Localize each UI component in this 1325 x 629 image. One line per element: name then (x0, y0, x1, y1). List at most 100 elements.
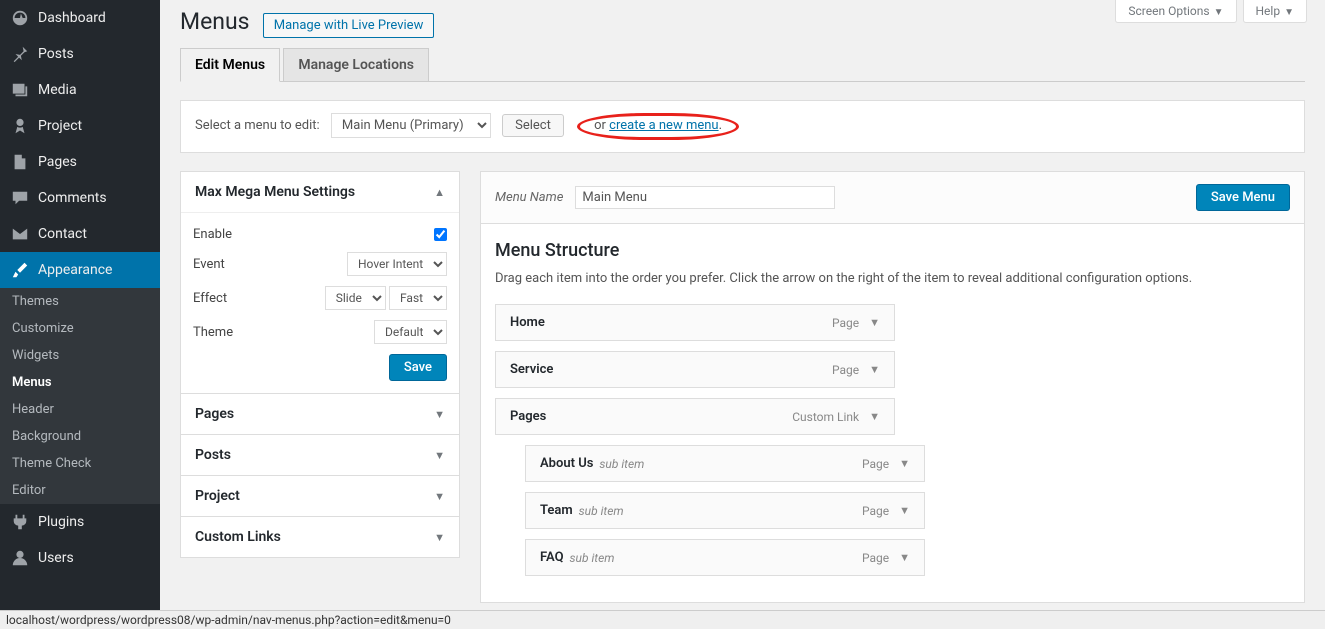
manage-live-preview-button[interactable]: Manage with Live Preview (263, 13, 435, 38)
screen-options-label: Screen Options (1128, 4, 1209, 18)
item-title: FAQ (540, 550, 564, 565)
item-title: About Us (540, 456, 593, 471)
or-text: or (594, 118, 609, 133)
theme-select[interactable]: Default (374, 320, 447, 344)
submenu-item-customize[interactable]: Customize (0, 315, 160, 342)
mega-menu-settings-header[interactable]: Max Mega Menu Settings ▲ (181, 172, 459, 212)
sidebar-label: Posts (38, 46, 74, 62)
expand-item-icon[interactable]: ▼ (869, 316, 880, 329)
menu-settings-column: Max Mega Menu Settings▲ Enable EventHove… (180, 171, 460, 558)
submenu-item-editor[interactable]: Editor (0, 477, 160, 504)
menu-item[interactable]: About Us sub item Page ▼ (525, 445, 925, 482)
mail-icon (10, 224, 30, 244)
expand-icon: ▼ (434, 531, 445, 544)
collapse-icon: ▲ (434, 186, 445, 199)
create-new-menu-link[interactable]: create a new menu (609, 118, 718, 133)
page-icon (10, 152, 30, 172)
tab-edit-menus[interactable]: Edit Menus (180, 48, 280, 82)
item-type: Custom Link (792, 410, 859, 424)
enable-label: Enable (193, 227, 232, 242)
expand-item-icon[interactable]: ▼ (899, 457, 910, 470)
user-icon (10, 548, 30, 568)
menu-select-dropdown[interactable]: Main Menu (Primary) (331, 113, 491, 138)
item-type: Page (832, 363, 859, 377)
caret-down-icon: ▼ (1214, 7, 1224, 18)
tab-manage-locations[interactable]: Manage Locations (283, 48, 429, 81)
select-menu-label: Select a menu to edit: (195, 118, 320, 133)
menu-item[interactable]: Service Page ▼ (495, 351, 895, 388)
menu-edit-panel: Menu Name Save Menu Menu Structure Drag … (480, 171, 1305, 603)
sidebar-item-plugins[interactable]: Plugins (0, 504, 160, 540)
menu-item[interactable]: FAQ sub item Page ▼ (525, 539, 925, 576)
plugin-icon (10, 512, 30, 532)
event-select[interactable]: Hover Intent (347, 252, 447, 276)
menu-select-panel: Select a menu to edit: Main Menu (Primar… (180, 100, 1305, 153)
screen-options-button[interactable]: Screen Options ▼ (1115, 0, 1236, 23)
sidebar-label: Users (38, 550, 74, 566)
expand-icon: ▼ (434, 449, 445, 462)
item-title: Team (540, 503, 573, 518)
sidebar-item-contact[interactable]: Contact (0, 216, 160, 252)
submenu-item-header[interactable]: Header (0, 396, 160, 423)
dashboard-icon (10, 8, 30, 28)
page-body: Menus Manage with Live Preview Edit Menu… (160, 0, 1325, 603)
sidebar-item-appearance[interactable]: Appearance (0, 252, 160, 288)
menu-item[interactable]: Home Page ▼ (495, 304, 895, 341)
submenu-item-themes[interactable]: Themes (0, 288, 160, 315)
expand-item-icon[interactable]: ▼ (869, 363, 880, 376)
sidebar-label: Dashboard (38, 10, 106, 26)
accordion-project[interactable]: Project▼ (180, 476, 460, 517)
expand-item-icon[interactable]: ▼ (869, 410, 880, 423)
expand-icon: ▼ (434, 490, 445, 503)
sidebar-item-posts[interactable]: Posts (0, 36, 160, 72)
sidebar-item-users[interactable]: Users (0, 540, 160, 576)
sub-item-label: sub item (579, 504, 624, 518)
caret-down-icon: ▼ (1284, 7, 1294, 18)
sidebar-label: Contact (38, 226, 87, 242)
accordion-pages[interactable]: Pages▼ (180, 394, 460, 435)
award-icon (10, 116, 30, 136)
help-label: Help (1256, 4, 1281, 18)
comment-icon (10, 188, 30, 208)
menu-name-input[interactable] (575, 186, 835, 209)
sidebar-item-comments[interactable]: Comments (0, 180, 160, 216)
acc-title: Pages (195, 406, 234, 422)
sidebar-item-project[interactable]: Project (0, 108, 160, 144)
menu-name-label: Menu Name (495, 190, 563, 205)
submenu-item-theme-check[interactable]: Theme Check (0, 450, 160, 477)
speed-select[interactable]: Fast (389, 286, 447, 310)
accordion-custom-links[interactable]: Custom Links▼ (180, 517, 460, 558)
effect-select[interactable]: Slide (325, 286, 386, 310)
sidebar-label: Media (38, 82, 77, 98)
screen-meta-links: Screen Options▼ Help▼ (1115, 0, 1307, 23)
select-button[interactable]: Select (502, 114, 564, 137)
menu-item[interactable]: Team sub item Page ▼ (525, 492, 925, 529)
sidebar-item-media[interactable]: Media (0, 72, 160, 108)
effect-label: Effect (193, 291, 227, 306)
item-title: Home (510, 315, 545, 330)
sidebar-label: Plugins (38, 514, 84, 530)
expand-item-icon[interactable]: ▼ (899, 551, 910, 564)
item-type: Page (862, 504, 889, 518)
highlight-circle: or create a new menu. (577, 113, 739, 140)
submenu-item-background[interactable]: Background (0, 423, 160, 450)
sidebar-item-pages[interactable]: Pages (0, 144, 160, 180)
menu-structure-title: Menu Structure (495, 240, 1290, 261)
mega-save-button[interactable]: Save (389, 354, 447, 381)
nav-tabs: Edit Menus Manage Locations (180, 48, 1305, 82)
menu-edit-column: Menu Name Save Menu Menu Structure Drag … (480, 171, 1305, 603)
expand-item-icon[interactable]: ▼ (899, 504, 910, 517)
menu-structure-desc: Drag each item into the order you prefer… (495, 271, 1290, 286)
enable-checkbox[interactable] (434, 228, 447, 241)
submenu-item-menus[interactable]: Menus (0, 369, 160, 396)
box-title: Max Mega Menu Settings (195, 184, 355, 200)
menu-item[interactable]: Pages Custom Link ▼ (495, 398, 895, 435)
sidebar-item-dashboard[interactable]: Dashboard (0, 0, 160, 36)
sidebar-label: Project (38, 118, 82, 134)
item-title: Pages (510, 409, 546, 424)
help-button[interactable]: Help▼ (1243, 0, 1308, 23)
brush-icon (10, 260, 30, 280)
accordion-posts[interactable]: Posts▼ (180, 435, 460, 476)
submenu-item-widgets[interactable]: Widgets (0, 342, 160, 369)
save-menu-button[interactable]: Save Menu (1196, 184, 1290, 211)
